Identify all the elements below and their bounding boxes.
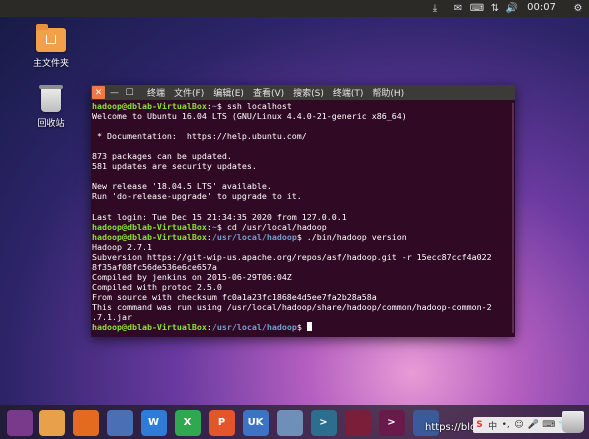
menu-file[interactable]: 文件(F) xyxy=(174,86,204,99)
launcher-trash-icon[interactable] xyxy=(562,411,584,433)
emoji-icon[interactable]: ☺ xyxy=(514,419,523,431)
network-icon[interactable]: ⇅ xyxy=(489,2,501,15)
prompt-user: hadoop@dblab-VirtualBox xyxy=(92,101,207,111)
terminal-scrollbar[interactable] xyxy=(512,103,514,333)
menu-terminal[interactable]: 终端(T) xyxy=(333,86,364,99)
terminal-output-line: 581 updates are security updates. xyxy=(92,161,257,172)
punctuation-icon[interactable]: •, xyxy=(501,419,510,431)
sogou-icon[interactable]: S xyxy=(475,419,484,431)
terminal-output-line: Hadoop 2.7.1 xyxy=(92,241,152,252)
chromium-launcher[interactable] xyxy=(105,408,134,437)
power-icon[interactable]: ⚙ xyxy=(571,2,585,15)
terminal-output-line: Subversion https://git-wip-us.apache.org… xyxy=(92,251,492,262)
ubuntu-dash-launcher[interactable] xyxy=(5,408,34,437)
installer-launcher[interactable] xyxy=(275,408,304,437)
terminal-output-line: .7.1.jar xyxy=(92,311,132,322)
wps-spreadsheet-launcher[interactable]: X xyxy=(173,408,202,437)
record-icon xyxy=(344,409,371,436)
terminal-2-icon: > xyxy=(378,409,405,436)
home-folder-label: 主文件夹 xyxy=(32,59,69,69)
input-method-bar[interactable]: S 中 •, ☺ 🎤 ⌨ 👕 xyxy=(473,417,572,433)
prompt-path: /usr/local/hadoop xyxy=(211,322,297,333)
terminal-output-line: 8f35af08fc56de536e6ce657a xyxy=(92,261,217,272)
terminal-cursor xyxy=(306,322,312,332)
wps-writer-icon: W xyxy=(140,409,167,436)
firefox-icon xyxy=(72,409,99,436)
prompt-user: hadoop@dblab-VirtualBox xyxy=(92,231,207,242)
terminal-output-line: Welcome to Ubuntu 16.04 LTS (GNU/Linux 4… xyxy=(92,111,407,122)
trash-label: 回收站 xyxy=(37,119,65,129)
terminal-output-line: Run 'do-release-upgrade' to upgrade to i… xyxy=(92,191,302,202)
terminal-output-line: From source with checksum fc0a1a23fc1868… xyxy=(92,291,377,302)
close-button[interactable]: ✕ xyxy=(92,86,105,99)
keyboard-tray-icon[interactable]: ⌨ xyxy=(542,419,555,431)
terminal-window[interactable]: ✕ — ☐ 终端 文件(F) 编辑(E) 查看(V) 搜索(S) 终端(T) 帮… xyxy=(91,85,515,337)
uk-shop-icon: UK xyxy=(242,409,269,436)
prompt-user: hadoop@dblab-VirtualBox xyxy=(92,322,207,333)
top-panel: ⤓ ✉ ⌨ ⇅ 🔊 00:07 ⚙ xyxy=(0,0,589,17)
terminal-output[interactable]: hadoop@dblab-VirtualBox:~$ ssh localhost… xyxy=(91,100,515,337)
terminal-app-launcher[interactable]: > xyxy=(309,408,338,437)
installer-icon xyxy=(276,409,303,436)
volume-icon[interactable]: 🔊 xyxy=(505,2,519,15)
uk-shop-launcher[interactable]: UK xyxy=(241,408,270,437)
menu-terminal-title[interactable]: 终端 xyxy=(147,86,165,99)
menu-edit[interactable]: 编辑(E) xyxy=(213,86,244,99)
terminal-2-launcher[interactable]: > xyxy=(377,408,406,437)
prompt-command: cd /usr/local/hadoop xyxy=(221,221,327,232)
mail-icon[interactable]: ✉ xyxy=(451,2,465,15)
files-launcher[interactable] xyxy=(37,408,66,437)
terminal-output-line: Compiled with protoc 2.5.0 xyxy=(92,281,222,292)
keyboard-icon[interactable]: ⌨ xyxy=(468,2,486,15)
ubuntu-dash-icon xyxy=(6,409,33,436)
chinese-mode-icon[interactable]: 中 xyxy=(488,419,497,432)
terminal-output-line: 873 packages can be updated. xyxy=(92,151,232,162)
terminal-prompt-line: hadoop@dblab-VirtualBox:~$ cd /usr/local… xyxy=(92,222,515,232)
chromium-icon xyxy=(106,409,133,436)
wps-presentation-launcher[interactable]: P xyxy=(207,408,236,437)
prompt-command: ./bin/hadoop version xyxy=(301,231,407,242)
prompt-path: /usr/local/hadoop xyxy=(211,231,297,242)
trash-icon xyxy=(39,85,63,112)
desktop-trash[interactable]: 回收站 xyxy=(21,85,81,129)
terminal-app-icon: > xyxy=(310,409,337,436)
menu-help[interactable]: 帮助(H) xyxy=(372,86,404,99)
terminal-prompt-line: hadoop@dblab-VirtualBox:~$ ssh localhost xyxy=(92,101,515,111)
terminal-output-line: * Documentation: https://help.ubuntu.com… xyxy=(92,131,307,142)
record-launcher[interactable] xyxy=(343,408,372,437)
terminal-prompt-line: hadoop@dblab-VirtualBox:/usr/local/hadoo… xyxy=(92,322,515,332)
terminal-output-line: New release '18.04.5 LTS' available. xyxy=(92,181,272,192)
menu-search[interactable]: 搜索(S) xyxy=(293,86,324,99)
clock[interactable]: 00:07 xyxy=(527,2,556,13)
files-icon xyxy=(38,409,65,436)
wps-spreadsheet-icon: X xyxy=(174,409,201,436)
minimize-button[interactable]: — xyxy=(108,86,121,99)
download-icon[interactable]: ⤓ xyxy=(428,2,442,15)
wps-presentation-icon: P xyxy=(208,409,235,436)
prompt-user: hadoop@dblab-VirtualBox xyxy=(92,221,207,232)
maximize-button[interactable]: ☐ xyxy=(123,86,136,99)
home-folder-icon xyxy=(36,24,66,52)
firefox-launcher[interactable] xyxy=(71,408,100,437)
prompt-command: ssh localhost xyxy=(221,101,292,111)
menu-view[interactable]: 查看(V) xyxy=(253,86,284,99)
terminal-lines: hadoop@dblab-VirtualBox:~$ ssh localhost… xyxy=(92,101,515,332)
terminal-output-line: This command was run using /usr/local/ha… xyxy=(92,301,492,312)
terminal-output-line: Compiled by jenkins on 2015-06-29T06:04Z xyxy=(92,271,292,282)
terminal-prompt-line: hadoop@dblab-VirtualBox:/usr/local/hadoo… xyxy=(92,232,515,242)
desktop-home-folder[interactable]: 主文件夹 xyxy=(21,24,81,69)
mic-icon[interactable]: 🎤 xyxy=(528,419,539,431)
wps-writer-launcher[interactable]: W xyxy=(139,408,168,437)
terminal-titlebar[interactable]: ✕ — ☐ 终端 文件(F) 编辑(E) 查看(V) 搜索(S) 终端(T) 帮… xyxy=(91,85,515,100)
terminal-output-line: Last login: Tue Dec 15 21:34:35 2020 fro… xyxy=(92,211,347,222)
